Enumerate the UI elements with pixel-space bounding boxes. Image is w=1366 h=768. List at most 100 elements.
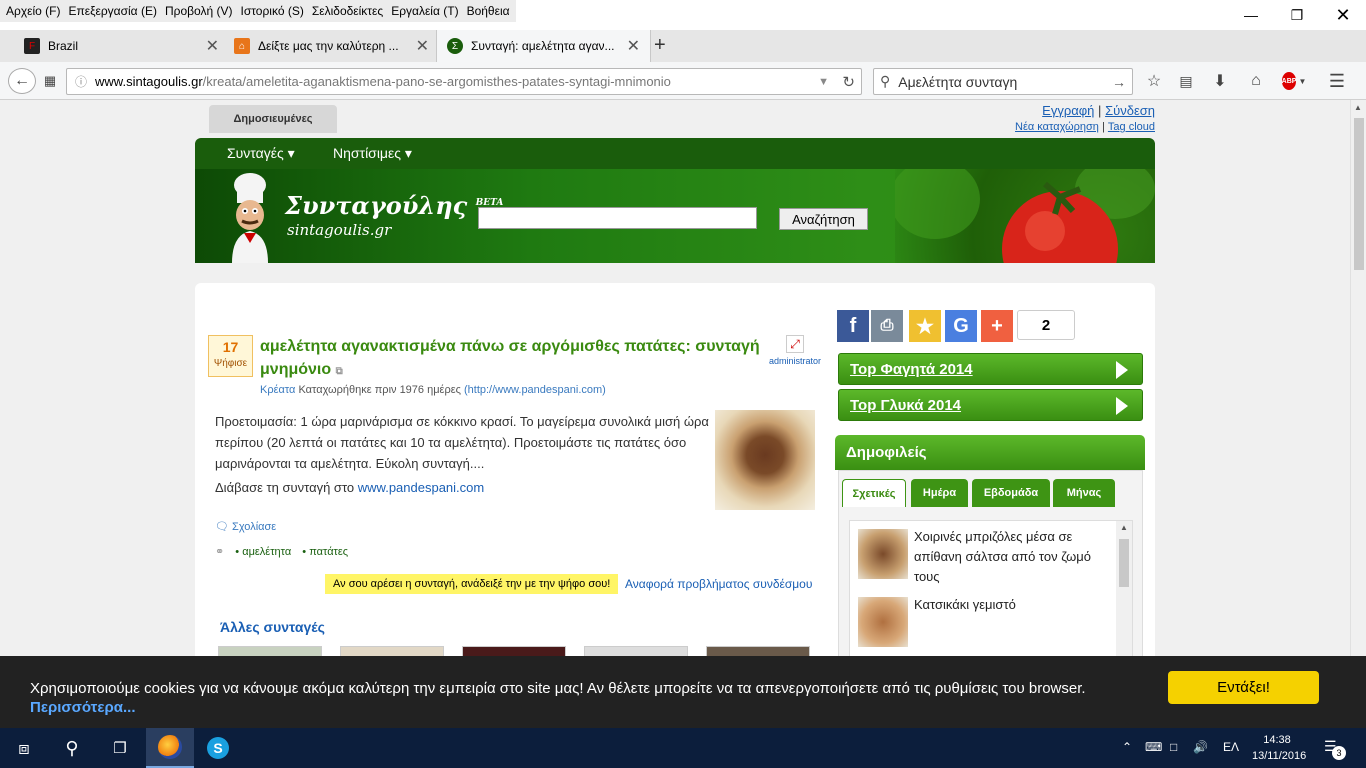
more-share-icon[interactable]: + xyxy=(981,310,1013,342)
notifications-icon[interactable]: ☰ 3 xyxy=(1324,738,1346,760)
facebook-share-icon[interactable]: f xyxy=(837,310,869,342)
close-tab-icon[interactable]: ✕ xyxy=(206,36,219,56)
tab-day[interactable]: Ημέρα xyxy=(911,479,968,507)
menu-help[interactable]: Βοήθεια xyxy=(463,4,514,18)
top-food-button[interactable]: Top Φαγητά 2014 xyxy=(838,353,1143,385)
url-host: www.sintagoulis.gr xyxy=(95,74,203,89)
cookie-more-link[interactable]: Περισσότερα... xyxy=(30,699,135,716)
recipe-meta: Κρέατα Καταχωρήθηκε πριν 1976 ημέρες (ht… xyxy=(260,384,606,396)
other-recipes-heading: Άλλες συνταγές xyxy=(220,619,325,635)
external-link-icon[interactable]: ⧉ xyxy=(336,366,343,377)
scroll-up-icon[interactable]: ▲ xyxy=(1354,103,1362,112)
site-search-button[interactable]: Αναζήτηση xyxy=(779,208,868,230)
tag-list: ⚭ • αμελέτητα • πατάτες xyxy=(215,545,348,558)
home-icon[interactable]: ⌂ xyxy=(1245,68,1267,94)
popular-item-title[interactable]: Χοιρινές μπριζόλες μέσα σε απίθανη σάλτσ… xyxy=(914,527,1114,587)
user-links: Εγγραφή | Σύνδεση Νέα καταχώρηση | Tag c… xyxy=(1015,103,1155,133)
page-scrollbar[interactable]: ▲ ▼ xyxy=(1350,100,1366,728)
info-icon[interactable]: ⓘ xyxy=(75,73,87,90)
print-icon[interactable]: ⎙ xyxy=(871,310,903,342)
keyboard-icon[interactable]: ⌨ xyxy=(1145,740,1162,754)
menu-recipes[interactable]: Συνταγές ▾ xyxy=(227,145,295,162)
popular-item-title[interactable]: Κατσικάκι γεμιστό xyxy=(914,595,1114,615)
new-entry-link[interactable]: Νέα καταχώρηση xyxy=(1015,121,1099,133)
reading-list-icon[interactable]: ▤ xyxy=(1175,68,1197,94)
dropdown-icon[interactable]: ▼ xyxy=(818,76,829,88)
search-icon[interactable]: ⚲ xyxy=(48,728,96,768)
language-indicator[interactable]: ΕΛ xyxy=(1223,740,1239,754)
tab-brazil[interactable]: F Brazil ✕ xyxy=(14,30,229,62)
recipe-thumbnail[interactable] xyxy=(715,410,815,510)
site-brand[interactable]: Συνταγούλης BETA xyxy=(285,191,503,220)
tab-recipe[interactable]: Σ Συνταγή: αμελέτητα αγαν... ✕ xyxy=(436,30,651,62)
menu-view[interactable]: Προβολή (V) xyxy=(161,4,237,18)
close-tab-icon[interactable]: ✕ xyxy=(627,36,640,56)
back-button[interactable]: ← xyxy=(8,68,36,94)
cookie-text: Χρησιμοποιούμε cookies για να κάνουμε ακ… xyxy=(30,679,1086,717)
tab-week[interactable]: Εβδομάδα xyxy=(972,479,1050,507)
sigma-favicon-icon: Σ xyxy=(447,38,463,54)
reload-icon[interactable]: ↻ xyxy=(842,73,855,91)
adblock-icon[interactable]: ABP ▼ xyxy=(1281,68,1306,94)
search-input[interactable]: Αμελέτητα συνταγη xyxy=(898,74,1017,90)
tag-item[interactable]: • πατάτες xyxy=(302,546,348,558)
published-tab[interactable]: Δημοσιευμένες xyxy=(209,105,337,133)
tag-item[interactable]: • αμελέτητα xyxy=(235,546,291,558)
bookmark-star-icon[interactable]: ☆ xyxy=(1143,68,1165,94)
author-badge[interactable]: ⤢ administrator xyxy=(769,335,821,366)
cookie-accept-button[interactable]: Εντάξει! xyxy=(1168,671,1319,704)
read-more-link[interactable]: www.pandespani.com xyxy=(358,480,484,495)
menu-file[interactable]: Αρχείο (F) xyxy=(2,4,64,18)
hamburger-menu-icon[interactable]: ☰ xyxy=(1326,68,1348,94)
scroll-up-icon[interactable]: ▲ xyxy=(1120,523,1128,532)
download-icon[interactable]: ⬇ xyxy=(1209,68,1231,94)
maximize-icon[interactable]: ❐ xyxy=(1274,0,1320,30)
volume-icon[interactable]: 🔊 xyxy=(1193,740,1208,754)
favorite-star-icon[interactable]: ★ xyxy=(909,310,941,342)
google-share-icon[interactable]: G xyxy=(945,310,977,342)
menu-bookmarks[interactable]: Σελιδοδείκτες xyxy=(308,4,387,18)
f1-icon: F xyxy=(24,38,40,54)
close-window-icon[interactable]: ✕ xyxy=(1320,0,1366,30)
source-link[interactable]: (http://www.pandespani.com) xyxy=(464,384,606,396)
top-sweets-button[interactable]: Top Γλυκά 2014 xyxy=(838,389,1143,421)
minimize-icon[interactable]: — xyxy=(1228,0,1274,30)
popular-item-thumb[interactable] xyxy=(858,597,908,647)
scroll-thumb[interactable] xyxy=(1119,539,1129,587)
menu-lent[interactable]: Νηστίσιμες ▾ xyxy=(333,145,412,162)
tray-up-icon[interactable]: ⌃ xyxy=(1122,740,1132,754)
site-menu-bar: Συνταγές ▾ Νηστίσιμες ▾ xyxy=(195,138,1155,169)
tab-article[interactable]: ⌂ Δείξτε μας την καλύτερη ... ✕ xyxy=(224,30,439,62)
login-link[interactable]: Σύνδεση xyxy=(1105,103,1155,118)
task-view-icon[interactable]: ❐ xyxy=(96,728,144,768)
tab-related[interactable]: Σχετικές xyxy=(842,479,906,507)
site-search-input[interactable] xyxy=(478,207,757,229)
scroll-thumb[interactable] xyxy=(1354,118,1364,270)
recipe-title[interactable]: αμελέτητα αγανακτισμένα πάνω σε αργόμισθ… xyxy=(260,335,780,383)
register-link[interactable]: Εγγραφή xyxy=(1042,103,1094,118)
windows-start-icon[interactable]: ⧈ xyxy=(0,728,48,768)
skype-icon[interactable]: S xyxy=(194,728,242,768)
library-icon[interactable]: ▦ xyxy=(40,68,60,94)
menu-history[interactable]: Ιστορικό (S) xyxy=(236,4,307,18)
url-path: /kreata/ameletita-aganaktismena-pano-se-… xyxy=(202,74,671,89)
close-tab-icon[interactable]: ✕ xyxy=(416,36,429,56)
search-bar[interactable]: ⚲ Αμελέτητα συνταγη → xyxy=(873,68,1133,95)
tab-month[interactable]: Μήνας xyxy=(1053,479,1115,507)
url-bar[interactable]: ⓘ www.sintagoulis.gr/kreata/ameletita-ag… xyxy=(66,68,862,95)
menu-edit[interactable]: Επεξεργασία (E) xyxy=(64,4,160,18)
new-tab-icon[interactable]: + xyxy=(654,34,666,57)
menu-tools[interactable]: Εργαλεία (T) xyxy=(387,4,462,18)
firefox-icon[interactable] xyxy=(146,728,194,768)
report-link[interactable]: Αναφορά προβλήματος συνδέσμου xyxy=(625,577,812,591)
tag-cloud-link[interactable]: Tag cloud xyxy=(1108,121,1155,133)
network-icon[interactable]: □ xyxy=(1170,740,1177,754)
tab-title: Δείξτε μας την καλύτερη ... xyxy=(258,39,399,53)
recipe-description: Προετοιμασία: 1 ώρα μαρινάρισμα σε κόκκι… xyxy=(215,414,709,471)
popular-item-thumb[interactable] xyxy=(858,529,908,579)
comment-link[interactable]: 🗨 Σχολίασε xyxy=(215,520,276,533)
go-arrow-icon[interactable]: → xyxy=(1112,74,1126,90)
vote-box[interactable]: 17 Ψήφισε xyxy=(208,335,253,377)
clock[interactable]: 14:38 13/11/2016 xyxy=(1252,732,1306,764)
category-link[interactable]: Κρέατα xyxy=(260,384,295,396)
